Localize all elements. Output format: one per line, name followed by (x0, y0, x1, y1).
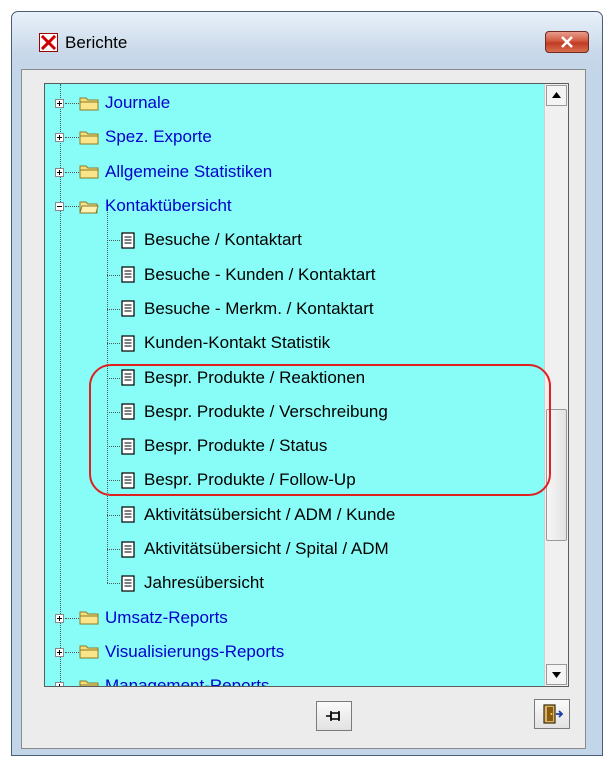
tree-report[interactable]: Besuche - Kunden / Kontaktart (121, 260, 376, 290)
tree-connector (65, 103, 79, 105)
tree-report[interactable]: Aktivitätsübersicht / ADM / Kunde (121, 500, 395, 530)
tree-connector (107, 480, 120, 482)
tree-connector (107, 343, 120, 345)
tree-connector (107, 308, 120, 310)
tree-connector (65, 617, 79, 619)
tree-folder[interactable]: Umsatz-Reports (79, 603, 228, 633)
window-title: Berichte (65, 33, 128, 52)
tree-report[interactable]: Besuche / Kontaktart (121, 225, 302, 255)
document-icon (121, 300, 135, 318)
tree-item-label: Bespr. Produkte / Reaktionen (144, 367, 366, 387)
pin-icon (326, 711, 340, 721)
tree-connector (65, 171, 79, 173)
tree-connector (107, 514, 120, 516)
document-icon (121, 506, 135, 523)
scroll-down-button[interactable] (546, 664, 567, 685)
folder-icon (79, 644, 99, 659)
tree-item-label: Kunden-Kontakt Statistik (144, 333, 331, 353)
document-icon (121, 540, 135, 558)
tree-item-label: Allgemeine Statistiken (105, 161, 273, 181)
close-button[interactable] (545, 31, 589, 53)
tree-connector (107, 377, 120, 379)
tree-connector (107, 212, 108, 584)
tree-item-label: Spez. Exporte (105, 127, 212, 147)
tree-item-label: Journale (105, 93, 171, 113)
tree-item-label: Bespr. Produkte / Verschreibung (144, 401, 388, 421)
document-icon (121, 472, 135, 489)
tree-item-label: Besuche / Kontaktart (144, 230, 302, 250)
tree-folder[interactable]: Allgemeine Statistiken (79, 157, 272, 187)
tree-report[interactable]: Besuche - Merkm. / Kontaktart (121, 294, 374, 324)
scroll-thumb[interactable] (546, 409, 567, 541)
tree-connector (65, 686, 79, 687)
expand-icon[interactable] (55, 133, 64, 143)
tree-report-highlighted[interactable]: Bespr. Produkte / Verschreibung (121, 397, 388, 427)
document-icon (121, 403, 135, 420)
tree-connector (107, 240, 120, 242)
expand-icon[interactable] (55, 167, 64, 177)
tree-report[interactable]: Jahresübersicht (121, 568, 264, 598)
tree-connector (107, 446, 120, 448)
arrow-up-icon (552, 92, 561, 98)
close-icon (561, 36, 573, 48)
expand-icon[interactable] (55, 647, 64, 657)
tree-item-label: Visualisierungs-Reports (105, 641, 285, 661)
document-icon (121, 369, 135, 386)
tree-item-label: Aktivitätsübersicht / ADM / Kunde (144, 504, 396, 524)
pin-button[interactable] (316, 701, 352, 731)
document-icon (121, 438, 135, 455)
exit-door-icon (543, 704, 564, 724)
folder-icon (79, 610, 99, 625)
expand-icon[interactable] (55, 682, 64, 686)
tree-report[interactable]: Kunden-Kontakt Statistik (121, 328, 330, 358)
tree-connector (65, 137, 79, 139)
tree-connector (107, 583, 120, 585)
tree-folder[interactable]: Spez. Exporte (79, 122, 212, 152)
tree-connector (107, 274, 120, 276)
tree-connector (107, 549, 120, 551)
tree-folder[interactable]: Management-Reports (79, 671, 270, 687)
tree-folder[interactable]: Kontaktübersicht (79, 191, 232, 221)
vertical-scrollbar[interactable] (544, 84, 568, 686)
tree-item-label: Umsatz-Reports (105, 607, 228, 627)
arrow-down-icon (552, 672, 561, 678)
folder-icon (79, 679, 99, 686)
folder-open-icon (79, 199, 99, 214)
expand-icon[interactable] (55, 613, 64, 623)
tree-item-label: Bespr. Produkte / Follow-Up (144, 470, 356, 490)
folder-icon (79, 96, 99, 111)
red-x-icon (39, 33, 58, 52)
exit-button[interactable] (534, 699, 570, 729)
report-tree[interactable]: Journale Spez. Exporte Allgemeine Statisti… (44, 83, 569, 687)
tree-report[interactable]: Aktivitätsübersicht / Spital / ADM (121, 534, 389, 564)
tree-item-label: Management-Reports (105, 676, 270, 687)
folder-icon (79, 164, 99, 179)
scroll-up-button[interactable] (546, 85, 567, 106)
tree-connector (107, 411, 120, 413)
tree-item-label: Jahresübersicht (144, 573, 265, 593)
tree-item-label: Besuche - Kunden / Kontaktart (144, 264, 376, 284)
tree-folder[interactable]: Visualisierungs-Reports (79, 637, 284, 667)
tree-item-label: Besuche - Merkm. / Kontaktart (144, 298, 374, 318)
document-icon (121, 232, 135, 249)
title-bar[interactable]: Berichte (12, 12, 602, 68)
expand-icon[interactable] (55, 99, 64, 109)
document-icon (121, 575, 135, 592)
tree-report-highlighted[interactable]: Bespr. Produkte / Reaktionen (121, 363, 365, 393)
tree-report-highlighted[interactable]: Bespr. Produkte / Status (121, 431, 327, 461)
tree-report-highlighted[interactable]: Bespr. Produkte / Follow-Up (121, 465, 356, 495)
folder-icon (79, 130, 99, 145)
tree-item-label: Bespr. Produkte / Status (144, 436, 328, 456)
tree-connector (65, 651, 79, 653)
collapse-icon[interactable] (55, 202, 64, 212)
document-icon (121, 266, 135, 283)
tree-item-label: Kontaktübersicht (105, 196, 232, 216)
tree-item-label: Aktivitätsübersicht / Spital / ADM (144, 539, 389, 559)
document-icon (121, 335, 135, 352)
berichte-window: Berichte Journale Spez. Exporte Allgemeine… (11, 11, 603, 756)
tree-folder[interactable]: Journale (79, 88, 170, 118)
tree-connector (65, 206, 79, 208)
dialog-client-area: Journale Spez. Exporte Allgemeine Statisti… (21, 69, 586, 749)
